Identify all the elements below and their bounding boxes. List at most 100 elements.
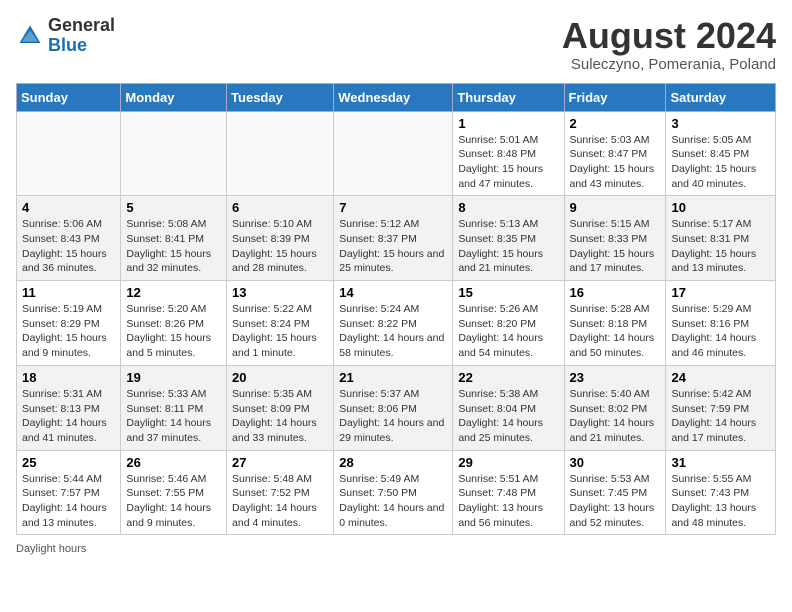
day-info: Sunrise: 5:33 AM Sunset: 8:11 PM Dayligh…	[126, 387, 221, 446]
day-number: 13	[232, 285, 328, 300]
day-info: Sunrise: 5:40 AM Sunset: 8:02 PM Dayligh…	[570, 387, 661, 446]
calendar-cell: 16 Sunrise: 5:28 AM Sunset: 8:18 PM Dayli…	[564, 281, 666, 366]
day-number: 23	[570, 370, 661, 385]
daylight-label: Daylight hours	[16, 543, 86, 555]
day-number: 5	[126, 200, 221, 215]
day-number: 14	[339, 285, 447, 300]
calendar-cell: 2Sunrise: 5:03 AM Sunset: 8:47 PM Daylig…	[564, 111, 666, 196]
day-info: Sunrise: 5:51 AM Sunset: 7:48 PM Dayligh…	[458, 472, 558, 531]
day-number: 20	[232, 370, 328, 385]
logo-icon	[16, 22, 44, 50]
week-row-5: 25Sunrise: 5:44 AM Sunset: 7:57 PM Dayli…	[17, 450, 776, 535]
calendar-table: SundayMondayTuesdayWednesdayThursdayFrid…	[16, 83, 776, 536]
day-number: 30	[570, 455, 661, 470]
day-number: 4	[22, 200, 115, 215]
calendar-cell: 17 Sunrise: 5:29 AM Sunset: 8:16 PM Dayli…	[666, 281, 776, 366]
header-sunday: Sunday	[17, 83, 121, 111]
day-number: 15	[458, 285, 558, 300]
day-info: Sunrise: 5:01 AM Sunset: 8:48 PM Dayligh…	[458, 133, 558, 192]
day-info: Sunrise: 5:26 AM Sunset: 8:20 PM Dayligh…	[458, 302, 558, 361]
logo: General Blue	[16, 16, 115, 56]
calendar-cell: 30 Sunrise: 5:53 AM Sunset: 7:45 PM Dayli…	[564, 450, 666, 535]
day-number: 17	[671, 285, 770, 300]
calendar-cell: 5 Sunrise: 5:08 AM Sunset: 8:41 PM Daylig…	[121, 196, 227, 281]
calendar-cell: 27 Sunrise: 5:48 AM Sunset: 7:52 PM Dayli…	[227, 450, 334, 535]
day-number: 22	[458, 370, 558, 385]
header-thursday: Thursday	[453, 83, 564, 111]
header-friday: Friday	[564, 83, 666, 111]
day-number: 16	[570, 285, 661, 300]
calendar-cell: 8 Sunrise: 5:13 AM Sunset: 8:35 PM Daylig…	[453, 196, 564, 281]
day-number: 28	[339, 455, 447, 470]
day-number: 27	[232, 455, 328, 470]
day-info: Sunrise: 5:48 AM Sunset: 7:52 PM Dayligh…	[232, 472, 328, 531]
calendar-cell: 19 Sunrise: 5:33 AM Sunset: 8:11 PM Dayli…	[121, 365, 227, 450]
day-number: 19	[126, 370, 221, 385]
calendar-cell	[227, 111, 334, 196]
day-number: 8	[458, 200, 558, 215]
calendar-cell: 26Sunrise: 5:46 AM Sunset: 7:55 PM Dayli…	[121, 450, 227, 535]
week-row-3: 11 Sunrise: 5:19 AM Sunset: 8:29 PM Dayli…	[17, 281, 776, 366]
day-info: Sunrise: 5:49 AM Sunset: 7:50 PM Dayligh…	[339, 472, 447, 531]
title-area: August 2024 Suleczyno, Pomerania, Poland	[562, 16, 776, 73]
calendar-header: SundayMondayTuesdayWednesdayThursdayFrid…	[17, 83, 776, 111]
day-info: Sunrise: 5:38 AM Sunset: 8:04 PM Dayligh…	[458, 387, 558, 446]
day-info: Sunrise: 5:10 AM Sunset: 8:39 PM Dayligh…	[232, 217, 328, 276]
calendar-cell: 9Sunrise: 5:15 AM Sunset: 8:33 PM Daylig…	[564, 196, 666, 281]
day-number: 7	[339, 200, 447, 215]
calendar-cell: 21Sunrise: 5:37 AM Sunset: 8:06 PM Dayli…	[334, 365, 453, 450]
day-info: Sunrise: 5:05 AM Sunset: 8:45 PM Dayligh…	[671, 133, 770, 192]
calendar-cell: 7 Sunrise: 5:12 AM Sunset: 8:37 PM Daylig…	[334, 196, 453, 281]
calendar-cell: 6 Sunrise: 5:10 AM Sunset: 8:39 PM Daylig…	[227, 196, 334, 281]
day-info: Sunrise: 5:13 AM Sunset: 8:35 PM Dayligh…	[458, 217, 558, 276]
day-info: Sunrise: 5:20 AM Sunset: 8:26 PM Dayligh…	[126, 302, 221, 361]
page-header: General Blue August 2024 Suleczyno, Pome…	[16, 16, 776, 73]
header-row: SundayMondayTuesdayWednesdayThursdayFrid…	[17, 83, 776, 111]
day-info: Sunrise: 5:28 AM Sunset: 8:18 PM Dayligh…	[570, 302, 661, 361]
day-info: Sunrise: 5:24 AM Sunset: 8:22 PM Dayligh…	[339, 302, 447, 361]
calendar-cell: 29 Sunrise: 5:51 AM Sunset: 7:48 PM Dayli…	[453, 450, 564, 535]
day-info: Sunrise: 5:19 AM Sunset: 8:29 PM Dayligh…	[22, 302, 115, 361]
day-number: 6	[232, 200, 328, 215]
day-number: 29	[458, 455, 558, 470]
calendar-cell: 1 Sunrise: 5:01 AM Sunset: 8:48 PM Daylig…	[453, 111, 564, 196]
header-wednesday: Wednesday	[334, 83, 453, 111]
day-number: 1	[458, 116, 558, 131]
footer: Daylight hours	[16, 543, 776, 555]
calendar-cell: 22 Sunrise: 5:38 AM Sunset: 8:04 PM Dayli…	[453, 365, 564, 450]
day-info: Sunrise: 5:06 AM Sunset: 8:43 PM Dayligh…	[22, 217, 115, 276]
day-number: 26	[126, 455, 221, 470]
header-monday: Monday	[121, 83, 227, 111]
calendar-cell: 13Sunrise: 5:22 AM Sunset: 8:24 PM Dayli…	[227, 281, 334, 366]
calendar-cell: 3Sunrise: 5:05 AM Sunset: 8:45 PM Daylig…	[666, 111, 776, 196]
day-number: 2	[570, 116, 661, 131]
day-number: 31	[671, 455, 770, 470]
calendar-cell: 24Sunrise: 5:42 AM Sunset: 7:59 PM Dayli…	[666, 365, 776, 450]
day-info: Sunrise: 5:53 AM Sunset: 7:45 PM Dayligh…	[570, 472, 661, 531]
calendar-cell: 18Sunrise: 5:31 AM Sunset: 8:13 PM Dayli…	[17, 365, 121, 450]
calendar-body: 1 Sunrise: 5:01 AM Sunset: 8:48 PM Daylig…	[17, 111, 776, 535]
calendar-cell	[121, 111, 227, 196]
calendar-cell	[17, 111, 121, 196]
day-number: 25	[22, 455, 115, 470]
day-number: 11	[22, 285, 115, 300]
logo-blue-text: Blue	[48, 36, 115, 56]
header-saturday: Saturday	[666, 83, 776, 111]
day-info: Sunrise: 5:08 AM Sunset: 8:41 PM Dayligh…	[126, 217, 221, 276]
subtitle: Suleczyno, Pomerania, Poland	[562, 56, 776, 73]
day-info: Sunrise: 5:37 AM Sunset: 8:06 PM Dayligh…	[339, 387, 447, 446]
calendar-cell	[334, 111, 453, 196]
calendar-cell: 15 Sunrise: 5:26 AM Sunset: 8:20 PM Dayli…	[453, 281, 564, 366]
week-row-2: 4 Sunrise: 5:06 AM Sunset: 8:43 PM Daylig…	[17, 196, 776, 281]
calendar-cell: 28 Sunrise: 5:49 AM Sunset: 7:50 PM Dayli…	[334, 450, 453, 535]
day-number: 12	[126, 285, 221, 300]
logo-general-text: General	[48, 16, 115, 36]
logo-text: General Blue	[48, 16, 115, 56]
day-number: 18	[22, 370, 115, 385]
day-info: Sunrise: 5:12 AM Sunset: 8:37 PM Dayligh…	[339, 217, 447, 276]
day-info: Sunrise: 5:35 AM Sunset: 8:09 PM Dayligh…	[232, 387, 328, 446]
day-number: 9	[570, 200, 661, 215]
day-info: Sunrise: 5:42 AM Sunset: 7:59 PM Dayligh…	[671, 387, 770, 446]
calendar-cell: 14 Sunrise: 5:24 AM Sunset: 8:22 PM Dayli…	[334, 281, 453, 366]
day-info: Sunrise: 5:29 AM Sunset: 8:16 PM Dayligh…	[671, 302, 770, 361]
